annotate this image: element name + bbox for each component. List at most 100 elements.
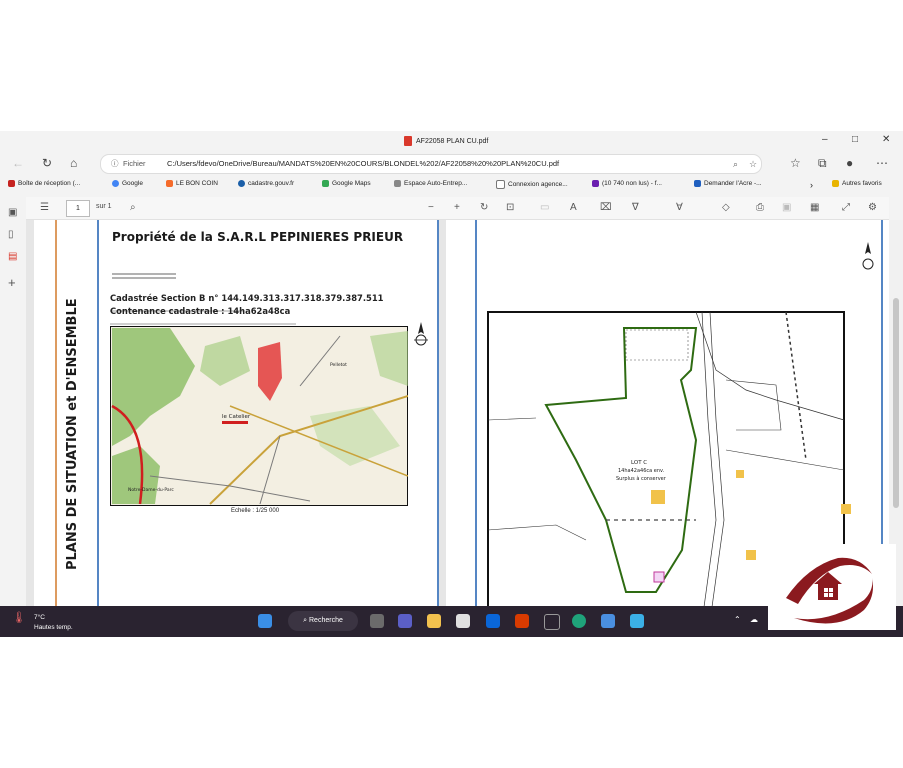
windows-start-icon[interactable] xyxy=(258,614,272,628)
pdf-tab-icon[interactable]: ▤ xyxy=(8,251,17,262)
bookmark-gmail[interactable]: Boîte de réception (... xyxy=(8,180,80,187)
teams-icon[interactable] xyxy=(398,614,412,628)
mail-icon xyxy=(592,180,599,187)
folder-icon xyxy=(832,180,839,187)
save-icon[interactable]: ▣ xyxy=(782,202,791,213)
bookmark-other-favorites[interactable]: Autres favoris xyxy=(832,180,882,187)
window-title-text: AF22058 PLAN CU.pdf xyxy=(416,137,489,145)
home-icon[interactable]: ⌂ xyxy=(70,156,77,170)
property-heading: Propriété de la S.A.R.L PEPINIERES PRIEU… xyxy=(112,230,404,244)
bookmark-label: Google xyxy=(122,180,143,187)
calendar-icon[interactable] xyxy=(630,614,644,628)
close-button[interactable]: ✕ xyxy=(882,134,890,145)
print-icon[interactable]: ⎙ xyxy=(756,202,764,213)
weather-text: Hautes temp. xyxy=(34,624,73,631)
favorite-star-icon[interactable]: ☆ xyxy=(749,155,757,173)
bookmark-acre[interactable]: Demander l'Acre -... xyxy=(694,180,762,187)
highlight-icon[interactable]: ∀ xyxy=(676,202,683,213)
text-icon[interactable]: ⌧ xyxy=(600,202,612,213)
map-label-notre-dame: Notre-Dame-du-Parc xyxy=(128,487,174,493)
pdf-viewer: PLANS DE SITUATION et D'ENSEMBLE Proprié… xyxy=(26,220,889,607)
doc-icon xyxy=(496,180,505,189)
bookmarks-overflow-icon[interactable]: › xyxy=(810,180,813,190)
pdf-toolbar: ☰ 1 sur 1 ⌕ − + ↻ ⊡ ▭ A ⌧ ∇ ∀ ◇ ⎙ ▣ ▦ ⤢ … xyxy=(26,197,889,220)
contents-icon[interactable]: ☰ xyxy=(40,202,49,213)
bookmark-label: LE BON COIN xyxy=(176,180,218,187)
erase-icon[interactable]: ◇ xyxy=(722,202,730,213)
task-view-icon[interactable] xyxy=(370,614,384,628)
flag-icon xyxy=(694,180,701,187)
zoom-out-icon[interactable]: − xyxy=(428,202,434,213)
fit-page-icon[interactable]: ⊡ xyxy=(506,202,514,213)
rotate-icon[interactable]: ↻ xyxy=(480,202,488,213)
fullscreen-icon[interactable]: ⤢ xyxy=(842,202,850,213)
page-number-input[interactable]: 1 xyxy=(66,200,90,217)
new-page-icon[interactable]: ▯ xyxy=(8,229,14,240)
bookmark-leboncoin[interactable]: LE BON COIN xyxy=(166,180,218,187)
page-icon xyxy=(394,180,401,187)
bookmark-label: Connexion agence... xyxy=(508,181,568,188)
lot-title: LOT C xyxy=(631,460,647,466)
minimize-button[interactable]: – xyxy=(822,134,828,145)
scrollbar-thumb[interactable] xyxy=(893,298,899,508)
photos-icon[interactable] xyxy=(601,614,615,628)
info-icon: ⓘ xyxy=(111,159,119,168)
page-view-icon[interactable]: ▭ xyxy=(540,202,549,213)
app-icon[interactable] xyxy=(544,614,560,630)
wifi-icon[interactable]: ☁ xyxy=(750,615,758,624)
map-label-catelier: le Catelier xyxy=(222,414,251,420)
bookmark-label: (10 740 non lus) - f... xyxy=(602,180,662,187)
find-icon[interactable]: ⌕ xyxy=(130,202,136,213)
cadastre-line: Cadastrée Section B n° 144.149.313.317.3… xyxy=(110,293,384,303)
office-icon[interactable] xyxy=(515,614,529,628)
vertical-title-text: PLANS DE SITUATION et D'ENSEMBLE xyxy=(65,298,80,570)
agency-logo xyxy=(768,544,896,630)
bookmark-google[interactable]: Google xyxy=(112,180,143,187)
collections-icon[interactable]: ⧉ xyxy=(818,156,827,171)
dropbox-icon[interactable] xyxy=(486,614,500,628)
temperature: 7°C xyxy=(34,614,45,621)
maps-icon xyxy=(322,180,329,187)
cadastre-icon xyxy=(238,180,245,187)
edge-sidebar: ▣ ▯ ▤ + xyxy=(0,195,26,637)
bookmark-mail[interactable]: (10 740 non lus) - f... xyxy=(592,180,662,187)
read-aloud-icon[interactable]: A xyxy=(570,202,577,213)
draw-icon[interactable]: ∇ xyxy=(632,202,639,213)
add-icon[interactable]: + xyxy=(8,275,16,290)
bookmark-cadastre[interactable]: cadastre.gouv.fr xyxy=(238,180,294,187)
zoom-in-icon[interactable]: + xyxy=(454,202,460,213)
tab-actions-icon[interactable]: ▣ xyxy=(8,207,17,218)
back-icon[interactable]: ← xyxy=(12,156,24,170)
bookmark-google-maps[interactable]: Google Maps xyxy=(322,180,371,187)
bookmark-label: Boîte de réception (... xyxy=(18,180,81,187)
bookmark-auto-entrepreneur[interactable]: Espace Auto-Entrep... xyxy=(394,180,467,187)
contenance-line: Contenance cadastrale : 14ha62a48ca xyxy=(110,306,291,316)
store-icon[interactable] xyxy=(456,614,470,628)
taskbar-search[interactable]: ⌕ Recherche xyxy=(288,611,358,631)
gmail-icon xyxy=(8,180,15,187)
scale-label: Echelle : 1/25 000 xyxy=(231,508,280,514)
bookmark-connexion-agence[interactable]: Connexion agence... xyxy=(496,180,568,189)
profile-avatar-icon[interactable]: ● xyxy=(846,156,853,170)
zoom-icon[interactable]: ⌕ xyxy=(733,155,738,173)
maximize-button[interactable]: □ xyxy=(852,134,858,145)
file-explorer-icon[interactable] xyxy=(427,614,441,628)
bookmark-label: Demander l'Acre -... xyxy=(704,180,762,187)
settings-gear-icon[interactable]: ⚙ xyxy=(868,202,877,213)
title-bar: AF22058 PLAN CU.pdf – □ ✕ xyxy=(0,131,903,151)
refresh-icon[interactable]: ↻ xyxy=(42,156,52,170)
address-bar[interactable]: ⓘ Fichier C:/Users/fdevo/OneDrive/Bureau… xyxy=(100,154,762,174)
bookmarks-bar: Boîte de réception (... Google LE BON CO… xyxy=(0,177,903,193)
more-menu-icon[interactable]: ⋯ xyxy=(876,156,888,170)
save-as-icon[interactable]: ▦ xyxy=(810,202,819,213)
tray-chevron-icon[interactable]: ⌃ xyxy=(734,615,741,624)
thermometer-icon: 🌡 xyxy=(12,612,26,624)
vertical-title: PLANS DE SITUATION et D'ENSEMBLE xyxy=(52,260,92,580)
bookmark-label: cadastre.gouv.fr xyxy=(248,180,295,187)
map-label-pelletot: Pelletot xyxy=(330,362,347,368)
edge-browser-icon[interactable] xyxy=(572,614,586,628)
navigation-bar: ← ↻ ⌂ ⓘ Fichier C:/Users/fdevo/OneDrive/… xyxy=(0,151,903,175)
google-icon xyxy=(112,180,119,187)
favorites-icon[interactable]: ☆ xyxy=(790,156,801,170)
url-text: C:/Users/fdevo/OneDrive/Bureau/MANDATS%2… xyxy=(167,159,560,168)
